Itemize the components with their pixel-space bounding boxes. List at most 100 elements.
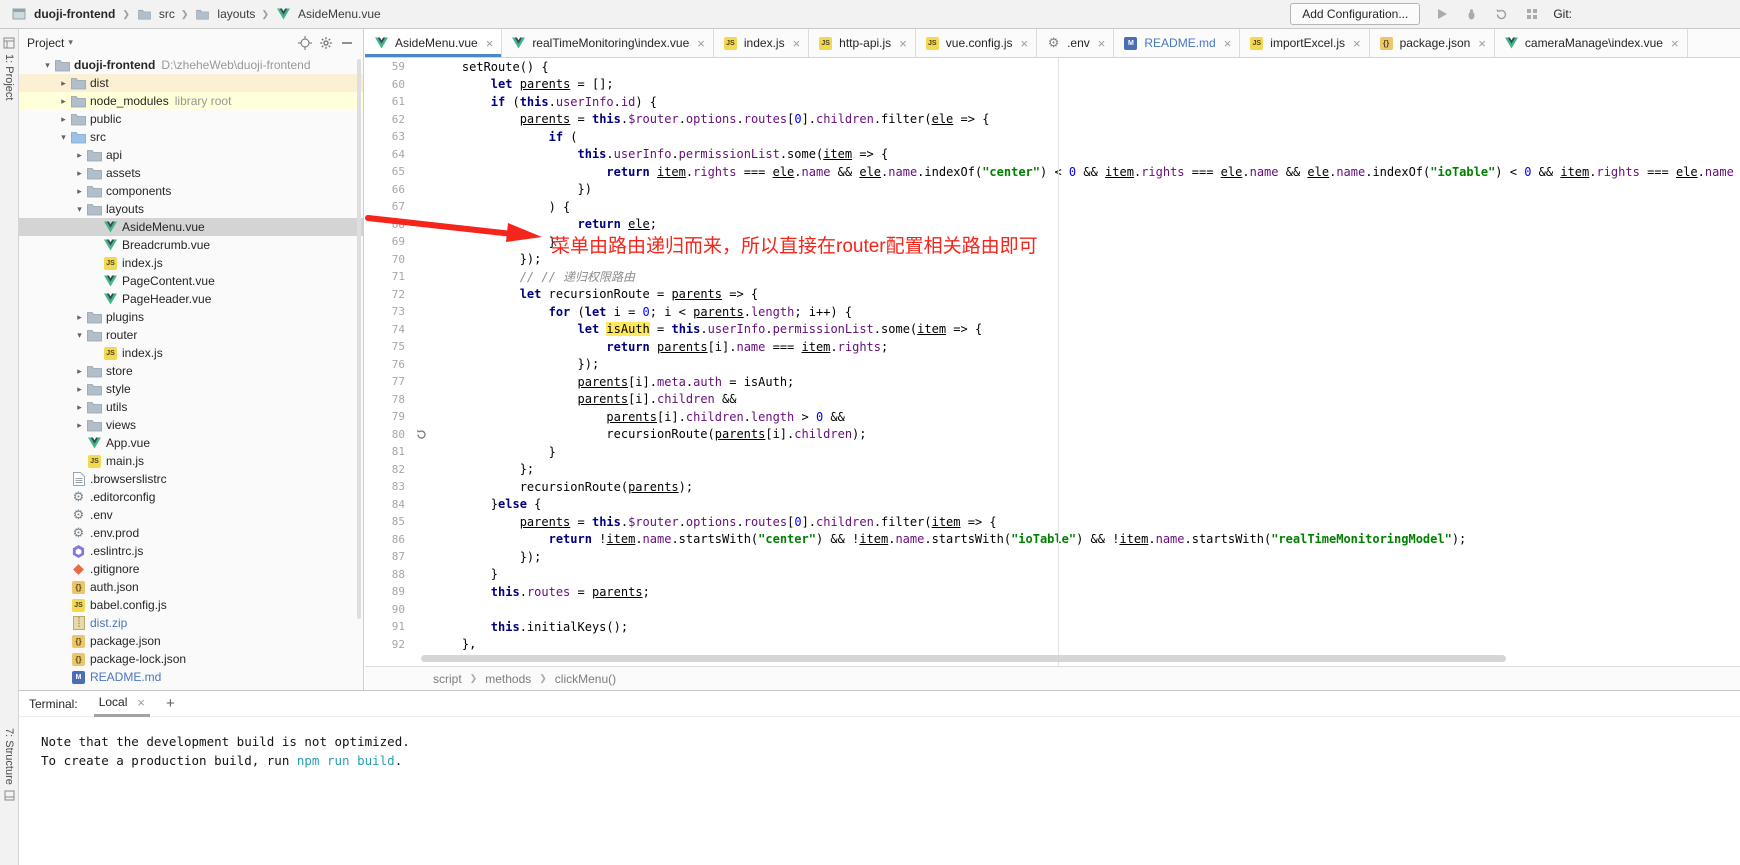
chevron-right-icon[interactable]: ▸ xyxy=(57,78,70,89)
close-tab-icon[interactable]: × xyxy=(1353,37,1361,50)
stripe-project-button[interactable]: 1: Project xyxy=(3,54,15,100)
code-line-66[interactable]: 66 }) xyxy=(365,181,1740,199)
tree-item-router[interactable]: ▾router xyxy=(19,326,363,344)
new-terminal-button[interactable]: + xyxy=(166,695,175,712)
tree-item-.env[interactable]: ⚙.env xyxy=(19,506,363,524)
titlebar-crumb[interactable]: src xyxy=(159,7,175,21)
tab-package.json[interactable]: {}package.json× xyxy=(1370,29,1495,57)
tree-item-plugins[interactable]: ▸plugins xyxy=(19,308,363,326)
code-line-61[interactable]: 61 if (this.userInfo.id) { xyxy=(365,93,1740,111)
code-line-62[interactable]: 62 parents = this.$router.options.routes… xyxy=(365,111,1740,129)
chevron-down-icon[interactable]: ▾ xyxy=(57,132,70,143)
tab-importexcel.js[interactable]: JSimportExcel.js× xyxy=(1240,29,1369,57)
code-line-72[interactable]: 72 let recursionRoute = parents => { xyxy=(365,286,1740,304)
tree-item-views[interactable]: ▸views xyxy=(19,416,363,434)
code-line-91[interactable]: 91 this.initialKeys(); xyxy=(365,618,1740,636)
code-line-75[interactable]: 75 return parents[i].name === item.right… xyxy=(365,338,1740,356)
tree-item-main.js[interactable]: JSmain.js xyxy=(19,452,363,470)
tree-item-babel.config.js[interactable]: JSbabel.config.js xyxy=(19,596,363,614)
chevron-right-icon[interactable]: ▸ xyxy=(73,366,86,377)
tree-item-.editorconfig[interactable]: ⚙.editorconfig xyxy=(19,488,363,506)
code-line-84[interactable]: 84 }else { xyxy=(365,496,1740,514)
code-line-68[interactable]: 68 return ele; xyxy=(365,216,1740,234)
titlebar-crumb[interactable]: layouts xyxy=(217,7,255,21)
close-tab-icon[interactable]: × xyxy=(1020,37,1028,50)
editor-crumb[interactable]: methods xyxy=(485,672,531,686)
git-label[interactable]: Git: xyxy=(1553,7,1572,21)
settings-gear-icon[interactable] xyxy=(317,36,334,50)
tree-item-components[interactable]: ▸components xyxy=(19,182,363,200)
code-line-63[interactable]: 63 if ( xyxy=(365,128,1740,146)
tree-item-assets[interactable]: ▸assets xyxy=(19,164,363,182)
tree-item-dist[interactable]: ▸dist xyxy=(19,74,363,92)
tree-item-package-lock.json[interactable]: {}package-lock.json xyxy=(19,650,363,668)
code-area[interactable]: 59 setRoute() {60 let parents = [];61 if… xyxy=(365,58,1740,666)
tree-item-breadcrumb.vue[interactable]: Breadcrumb.vue xyxy=(19,236,363,254)
project-tree-scrollbar[interactable] xyxy=(357,59,361,619)
close-tab-icon[interactable]: × xyxy=(1098,37,1106,50)
code-line-69[interactable]: 69 } xyxy=(365,233,1740,251)
code-line-73[interactable]: 73 for (let i = 0; i < parents.length; i… xyxy=(365,303,1740,321)
tab-realtimemonitoringindex.vue[interactable]: realTimeMonitoring\index.vue× xyxy=(502,29,714,57)
tree-item-public[interactable]: ▸public xyxy=(19,110,363,128)
tab-cameramanageindex.vue[interactable]: cameraManage\index.vue× xyxy=(1495,29,1688,57)
tree-item-store[interactable]: ▸store xyxy=(19,362,363,380)
chevron-down-icon[interactable]: ▾ xyxy=(73,330,86,341)
tab-.env[interactable]: ⚙.env× xyxy=(1037,29,1114,57)
close-tab-icon[interactable]: × xyxy=(486,37,494,50)
code-line-64[interactable]: 64 this.userInfo.permissionList.some(ite… xyxy=(365,146,1740,164)
code-line-85[interactable]: 85 parents = this.$router.options.routes… xyxy=(365,513,1740,531)
tree-item-index.js[interactable]: JSindex.js xyxy=(19,344,363,362)
update-project-icon[interactable] xyxy=(1493,8,1510,21)
close-tab-icon[interactable]: × xyxy=(1478,37,1486,50)
chevron-right-icon[interactable]: ▸ xyxy=(73,168,86,179)
close-tab-icon[interactable]: × xyxy=(793,37,801,50)
tree-item-package.json[interactable]: {}package.json xyxy=(19,632,363,650)
code-line-71[interactable]: 71 // // 递归权限路由 xyxy=(365,268,1740,286)
tree-item-auth.json[interactable]: {}auth.json xyxy=(19,578,363,596)
code-line-83[interactable]: 83 recursionRoute(parents); xyxy=(365,478,1740,496)
code-line-78[interactable]: 78 parents[i].children && xyxy=(365,391,1740,409)
project-panel-title[interactable]: Project xyxy=(27,36,64,50)
code-line-70[interactable]: 70 }); xyxy=(365,251,1740,269)
tree-item-app.vue[interactable]: App.vue xyxy=(19,434,363,452)
editor-crumb[interactable]: script xyxy=(433,672,462,686)
code-line-65[interactable]: 65 return item.rights === ele.name && el… xyxy=(365,163,1740,181)
titlebar-crumb[interactable]: AsideMenu.vue xyxy=(298,7,381,21)
horizontal-scrollbar[interactable] xyxy=(421,655,1506,662)
tree-item-.eslintrc.js[interactable]: .eslintrc.js xyxy=(19,542,363,560)
code-line-87[interactable]: 87 }); xyxy=(365,548,1740,566)
debug-icon[interactable] xyxy=(1463,8,1480,21)
chevron-down-icon[interactable]: ▾ xyxy=(68,37,73,48)
chevron-down-icon[interactable]: ▾ xyxy=(41,60,54,71)
chevron-right-icon[interactable]: ▸ xyxy=(57,114,70,125)
tree-item-.env.prod[interactable]: ⚙.env.prod xyxy=(19,524,363,542)
chevron-right-icon[interactable]: ▸ xyxy=(73,186,86,197)
code-line-79[interactable]: 79 parents[i].children.length > 0 && xyxy=(365,408,1740,426)
tab-index.js[interactable]: JSindex.js× xyxy=(714,29,809,57)
tree-item-api[interactable]: ▸api xyxy=(19,146,363,164)
code-line-89[interactable]: 89 this.routes = parents; xyxy=(365,583,1740,601)
close-tab-icon[interactable]: × xyxy=(697,37,705,50)
tree-item-layouts[interactable]: ▾layouts xyxy=(19,200,363,218)
tree-item-.gitignore[interactable]: .gitignore xyxy=(19,560,363,578)
tab-vue.config.js[interactable]: JSvue.config.js× xyxy=(916,29,1037,57)
chevron-right-icon[interactable]: ▸ xyxy=(73,312,86,323)
tab-asidemenu.vue[interactable]: AsideMenu.vue× xyxy=(365,29,502,57)
code-line-59[interactable]: 59 setRoute() { xyxy=(365,58,1740,76)
tab-http-api.js[interactable]: JShttp-api.js× xyxy=(809,29,916,57)
code-line-92[interactable]: 92 }, xyxy=(365,636,1740,654)
editor-crumb[interactable]: clickMenu() xyxy=(555,672,616,686)
close-tab-icon[interactable]: × xyxy=(1671,37,1679,50)
tool-window-icon[interactable] xyxy=(1,790,18,801)
chevron-right-icon[interactable]: ▸ xyxy=(73,402,86,413)
tree-item-style[interactable]: ▸style xyxy=(19,380,363,398)
code-line-88[interactable]: 88 } xyxy=(365,566,1740,584)
close-tab-icon[interactable]: × xyxy=(1224,37,1232,50)
tree-item-asidemenu.vue[interactable]: AsideMenu.vue xyxy=(19,218,363,236)
terminal-tab-local[interactable]: Local × xyxy=(94,691,150,717)
code-line-60[interactable]: 60 let parents = []; xyxy=(365,76,1740,94)
chevron-right-icon[interactable]: ▸ xyxy=(73,150,86,161)
chevron-right-icon[interactable]: ▸ xyxy=(73,384,86,395)
tree-item-pagecontent.vue[interactable]: PageContent.vue xyxy=(19,272,363,290)
